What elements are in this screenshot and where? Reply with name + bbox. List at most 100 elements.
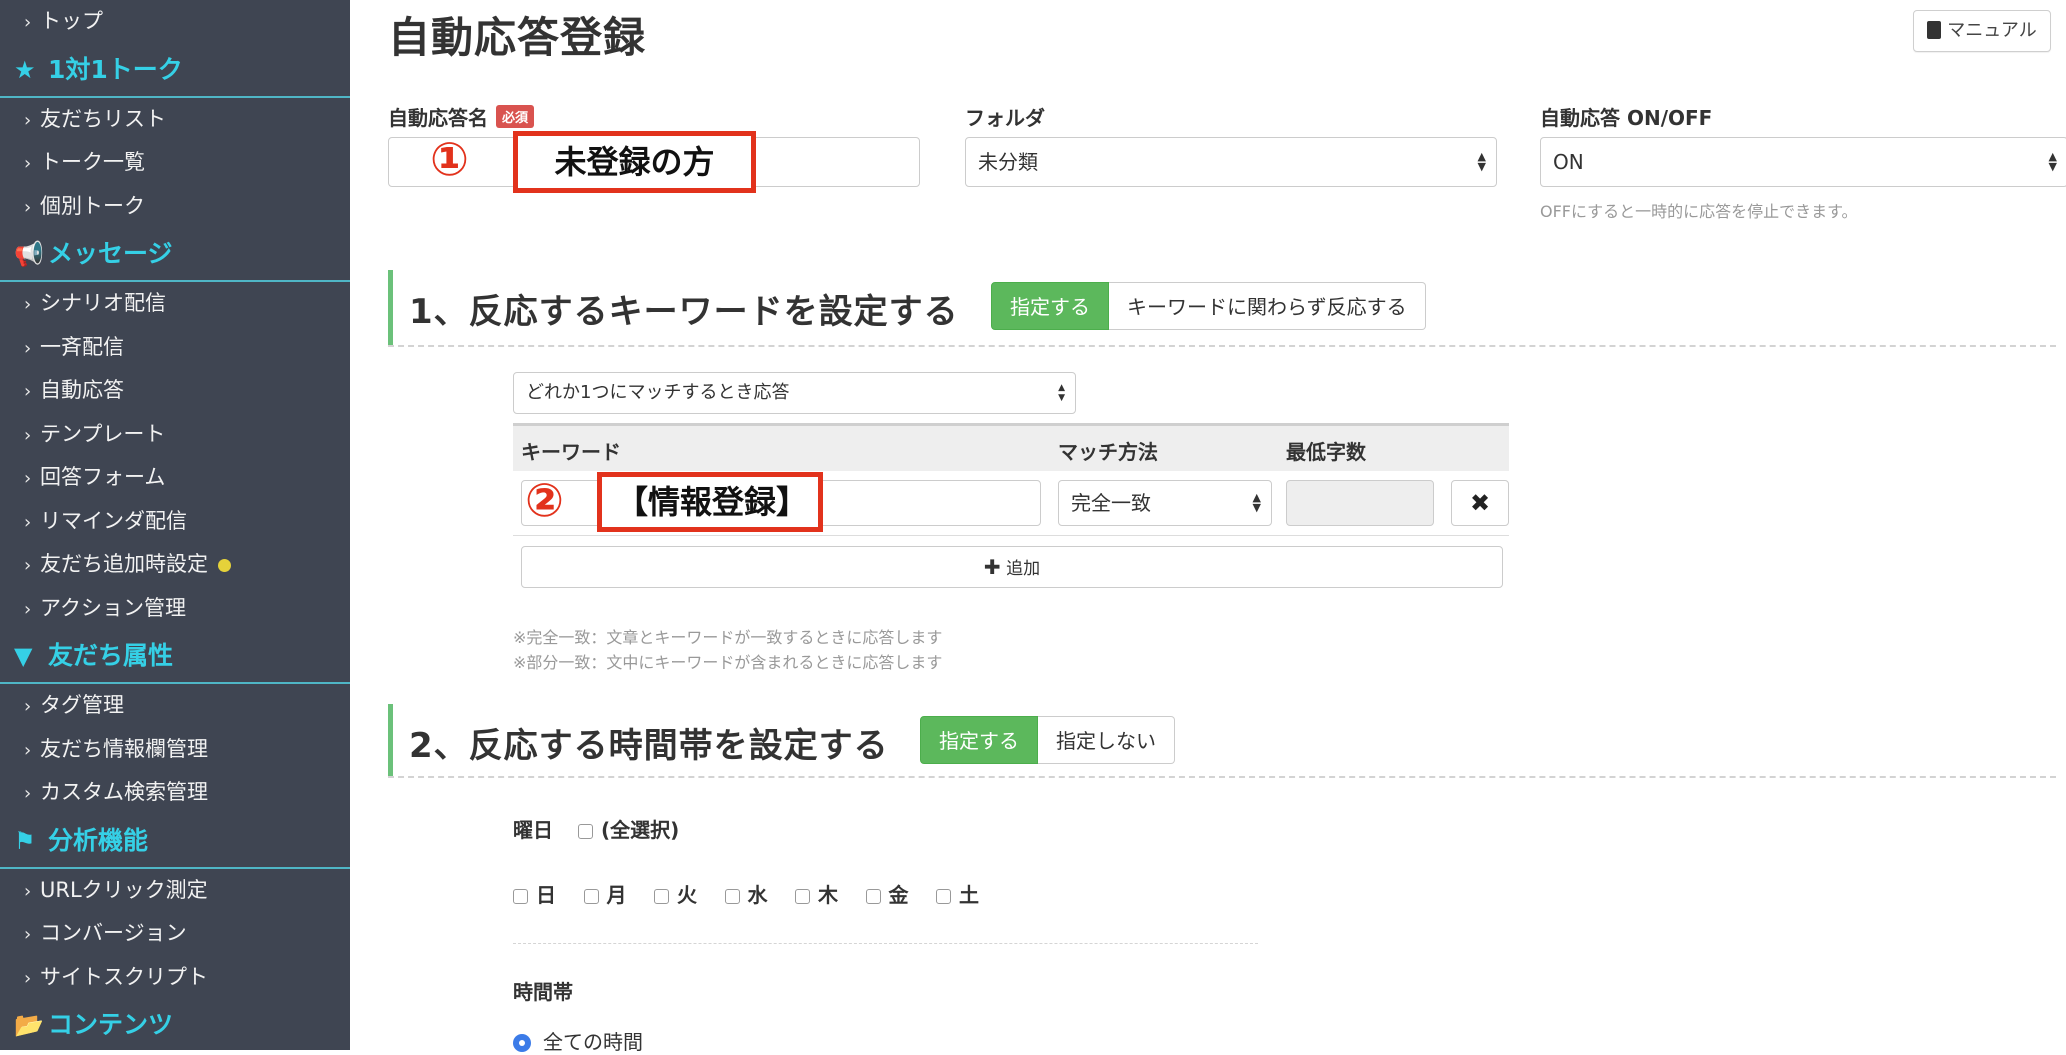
sidebar-item-17[interactable]: › カスタム検索管理 <box>0 771 350 815</box>
delete-row-button[interactable]: ✖ <box>1451 480 1509 526</box>
chevron-right-icon: › <box>24 511 32 533</box>
sidebar-item-20[interactable]: › コンバージョン <box>0 912 350 956</box>
keyword-toggle-any[interactable]: キーワードに関わらず反応する <box>1109 282 1426 330</box>
column-min-chars: 最低字数 <box>1286 440 1366 464</box>
sidebar-item-4[interactable]: › 個別トーク <box>0 185 350 229</box>
weekday-checkbox-1[interactable]: 月 <box>583 879 627 908</box>
checkbox-icon <box>865 889 881 904</box>
note-exact-match: ※完全一致：文章とキーワードが一致するときに応答します <box>513 628 943 647</box>
name-label: 自動応答名 必須 <box>388 102 535 131</box>
sidebar-item-0[interactable]: › トップ <box>0 0 350 44</box>
checkbox-icon <box>936 889 951 904</box>
section-time-title: 2、反応する時間帯を設定する <box>409 726 889 766</box>
sidebar-item-label: 自動応答 <box>40 378 124 402</box>
match-method-select[interactable]: 完全一致 ▲ ▼ <box>1058 480 1272 526</box>
chevron-right-icon: › <box>24 783 32 804</box>
sidebar-item-label: 回答フォーム <box>40 465 166 489</box>
chevron-right-icon: › <box>24 924 32 945</box>
section-time-header: 2、反応する時間帯を設定する 指定する 指定しない <box>388 704 2056 778</box>
sidebar-item-label: 友だちリスト <box>40 106 166 131</box>
sidebar-section-22: 📂 コンテンツ <box>0 999 350 1050</box>
weekday-checkbox-4[interactable]: 木 <box>795 879 838 908</box>
main-content: 自動応答登録 マニュアル 自動応答名 必須 ① 未登録の方 フォルダ 未分類 ▲ ▼… <box>388 0 2066 1054</box>
onoff-select[interactable]: ON ▲ ▼ <box>1540 137 2066 187</box>
chevron-right-icon: › <box>24 555 32 576</box>
keyword-toggle: 指定する キーワードに関わらず反応する <box>991 282 1426 330</box>
chevron-right-icon: › <box>24 381 32 402</box>
select-all-checkbox[interactable]: (全選択) <box>577 818 680 842</box>
sidebar-section-label: 友だち属性 <box>48 641 174 670</box>
select-arrows-icon: ▲ ▼ <box>2048 150 2057 173</box>
select-all-label: (全選択) <box>600 818 680 842</box>
note-partial-match: ※部分一致：文中にキーワードが含まれるときに応答します <box>513 653 943 672</box>
checkbox-icon <box>724 889 740 904</box>
sidebar-item-9[interactable]: › テンプレート <box>0 413 350 457</box>
sidebar-section-label: メッセージ <box>48 239 173 268</box>
weekday-checkbox-3[interactable]: 水 <box>724 879 768 908</box>
megaphone-icon: 📢 <box>14 240 44 268</box>
section-keywords-header: 1、反応するキーワードを設定する 指定する キーワードに関わらず反応する <box>388 270 2056 346</box>
sidebar-item-13[interactable]: › アクション管理 <box>0 587 350 631</box>
onoff-select-value: ON <box>1553 150 1584 174</box>
sidebar-item-6[interactable]: › シナリオ配信 <box>0 282 350 326</box>
notification-dot <box>218 558 231 572</box>
match-mode-select[interactable]: どれか1つにマッチするとき応答 ▲ ▼ <box>513 372 1076 414</box>
chevron-right-icon: › <box>24 739 32 761</box>
sidebar-item-16[interactable]: › 友だち情報欄管理 <box>0 728 350 772</box>
weekday-label-text: 曜日 <box>513 818 553 842</box>
chevron-right-icon: › <box>24 196 32 218</box>
name-value-highlight: 未登録の方 <box>513 131 756 193</box>
sidebar-item-label: リマインダ配信 <box>40 508 187 533</box>
sidebar-item-8[interactable]: › 自動応答 <box>0 369 350 413</box>
folder-open-icon: 📂 <box>14 1011 44 1039</box>
time-toggle-none[interactable]: 指定しない <box>1038 716 1175 764</box>
keyword-table-row: ② 【情報登録】 完全一致 ▲ ▼ ✖ <box>513 471 1509 536</box>
sidebar-item-15[interactable]: › タグ管理 <box>0 684 350 728</box>
sidebar-item-3[interactable]: › トーク一覧 <box>0 141 350 185</box>
time-toggle-specify[interactable]: 指定する <box>920 716 1038 764</box>
time-label: 時間帯 <box>513 980 573 1004</box>
chevron-right-icon: › <box>24 294 32 315</box>
sidebar-item-label: 友だち情報欄管理 <box>40 736 208 761</box>
sidebar-item-label: トップ <box>40 9 103 33</box>
manual-button-label: マニュアル <box>1947 20 2037 41</box>
time-option-all[interactable]: 全ての時間 <box>513 1026 643 1055</box>
weekday-checkbox-0[interactable]: 日 <box>513 879 556 908</box>
folder-select[interactable]: 未分類 ▲ ▼ <box>965 137 1497 187</box>
sidebar-section-label: 1対1トーク <box>48 54 183 84</box>
sidebar-item-12[interactable]: › 友だち追加時設定 <box>0 543 350 587</box>
weekday-checkbox-6[interactable]: 土 <box>936 879 979 908</box>
keyword-toggle-specify[interactable]: 指定する <box>991 282 1109 330</box>
weekday-checkbox-5[interactable]: 金 <box>865 879 909 908</box>
min-chars-input[interactable] <box>1286 480 1434 526</box>
weekday-label: 火 <box>677 883 697 907</box>
add-keyword-label: 追加 <box>1006 559 1041 579</box>
sidebar-section-5: 📢 メッセージ <box>0 228 350 282</box>
sidebar-item-7[interactable]: › 一斉配信 <box>0 326 350 370</box>
checkbox-icon <box>513 889 528 904</box>
weekday-label: 水 <box>747 883 768 907</box>
sidebar-item-label: トーク一覧 <box>40 150 145 174</box>
section-keywords-title: 1、反応するキーワードを設定する <box>409 292 959 332</box>
book-icon <box>1927 21 1942 39</box>
checkbox-icon <box>583 889 599 904</box>
sidebar-section-14: ▼ 友だち属性 <box>0 630 350 684</box>
flag-icon: ⚑ <box>14 826 36 855</box>
sidebar-item-2[interactable]: › 友だちリスト <box>0 98 350 142</box>
chevron-right-icon: › <box>24 598 32 620</box>
sidebar-item-21[interactable]: › サイトスクリプト <box>0 956 350 1000</box>
manual-button[interactable]: マニュアル <box>1913 10 2051 52</box>
match-method-value: 完全一致 <box>1071 491 1151 515</box>
sidebar-item-label: コンバージョン <box>40 921 187 945</box>
sidebar-item-19[interactable]: › URLクリック測定 <box>0 869 350 913</box>
add-keyword-button[interactable]: ✚ 追加 <box>521 546 1503 588</box>
sidebar-item-label: テンプレート <box>40 421 166 446</box>
chevron-right-icon: › <box>24 468 32 489</box>
divider <box>513 943 1258 944</box>
sidebar-item-10[interactable]: › 回答フォーム <box>0 456 350 500</box>
weekday-checkbox-2[interactable]: 火 <box>654 879 697 908</box>
folder-label: フォルダ <box>965 106 1045 130</box>
sidebar-item-11[interactable]: › リマインダ配信 <box>0 500 350 544</box>
checkbox-icon <box>795 889 810 904</box>
sidebar-item-label: カスタム検索管理 <box>40 780 208 804</box>
